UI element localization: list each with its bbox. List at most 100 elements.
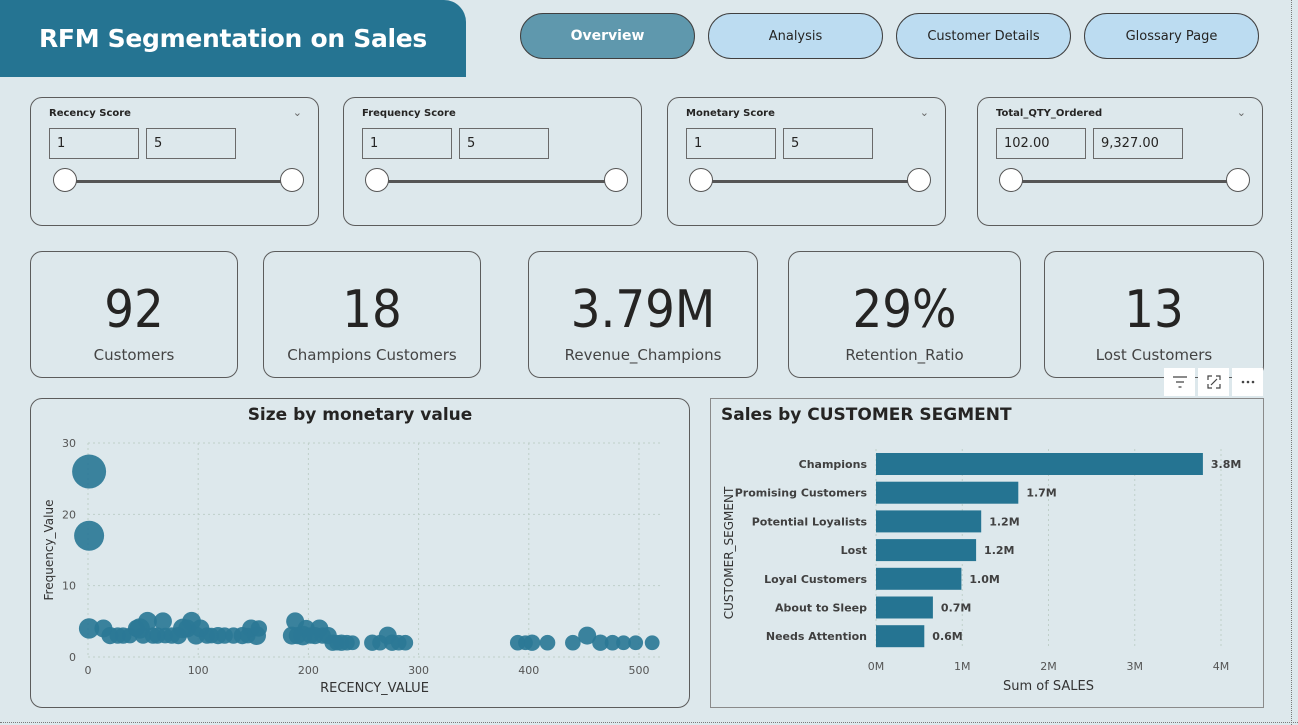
slider-min-handle[interactable] xyxy=(689,168,713,192)
kpi-value: 13 xyxy=(1124,280,1184,340)
slider-track[interactable] xyxy=(1012,180,1238,183)
kpi-label: Lost Customers xyxy=(1095,346,1213,364)
kpi-card-customers: 92 Customers xyxy=(30,251,238,378)
slicer-title: Recency Score xyxy=(49,108,131,119)
x-tick-label: 4M xyxy=(1213,660,1230,673)
category-label: Potential Loyalists xyxy=(752,515,868,528)
x-tick-label: 200 xyxy=(298,664,319,677)
category-label: Needs Attention xyxy=(766,630,867,643)
y-axis-label: Frequency_Value xyxy=(42,500,56,601)
chevron-down-icon[interactable]: ⌄ xyxy=(1237,106,1246,119)
slicer-total-qty-ordered: Total_QTY_Ordered ⌄ 102.00 9,327.00 xyxy=(977,97,1263,226)
slider-min-handle[interactable] xyxy=(365,168,389,192)
slider-min-handle[interactable] xyxy=(53,168,77,192)
data-label: 3.8M xyxy=(1211,458,1241,471)
slider-max-handle[interactable] xyxy=(604,168,628,192)
category-label: Lost xyxy=(841,544,867,557)
data-label: 1.0M xyxy=(969,573,999,586)
y-tick-label: 0 xyxy=(69,651,76,664)
filter-icon[interactable] xyxy=(1164,368,1195,396)
slicer-title: Frequency Score xyxy=(362,108,456,119)
bar xyxy=(876,481,1019,504)
data-point xyxy=(72,454,107,489)
chevron-down-icon[interactable]: ⌄ xyxy=(920,106,929,119)
slider-min-handle[interactable] xyxy=(999,168,1023,192)
more-options-icon[interactable] xyxy=(1232,368,1263,396)
title-banner: RFM Segmentation on Sales xyxy=(0,0,466,77)
x-axis-label: Sum of SALES xyxy=(1003,679,1094,694)
bar xyxy=(876,625,925,648)
focus-mode-icon[interactable] xyxy=(1198,368,1229,396)
data-point xyxy=(74,520,105,551)
slider-track[interactable] xyxy=(378,180,616,183)
nav-button-glossary-page[interactable]: Glossary Page xyxy=(1084,13,1259,59)
slicer-max-input[interactable]: 9,327.00 xyxy=(1093,128,1183,159)
x-tick-label: 3M xyxy=(1127,660,1144,673)
data-point xyxy=(397,634,414,651)
slicer-min-input[interactable]: 1 xyxy=(49,128,139,159)
canvas-right-edge xyxy=(1291,0,1292,725)
kpi-label: Champions Customers xyxy=(287,346,457,364)
x-tick-label: 400 xyxy=(518,664,539,677)
scatter-chart[interactable]: 01020300 100 200 300 400 500RECENCY_VALUEFreq… xyxy=(31,399,689,707)
slicer-frequency-score: Frequency Score 1 5 xyxy=(343,97,642,226)
slicer-min-input[interactable]: 1 xyxy=(686,128,776,159)
slider-track[interactable] xyxy=(702,180,920,183)
kpi-label: Customers xyxy=(93,346,175,364)
x-tick-label: 300 xyxy=(408,664,429,677)
category-label: Loyal Customers xyxy=(764,573,867,586)
y-tick-label: 20 xyxy=(62,508,76,521)
data-point xyxy=(250,620,267,637)
kpi-card-revenue-champions: 3.79M Revenue_Champions xyxy=(528,251,758,378)
nav-button-customer-details[interactable]: Customer Details xyxy=(896,13,1071,59)
kpi-card-champions-customers: 18 Champions Customers xyxy=(263,251,481,378)
category-label: About to Sleep xyxy=(775,602,867,615)
slider-max-handle[interactable] xyxy=(280,168,304,192)
y-tick-label: 30 xyxy=(62,437,76,450)
kpi-value: 18 xyxy=(342,280,402,340)
bar xyxy=(876,567,962,590)
slicer-monetary-score: Monetary Score ⌄ 1 5 xyxy=(667,97,946,226)
page-title: RFM Segmentation on Sales xyxy=(38,24,428,53)
bar xyxy=(876,596,933,619)
bar xyxy=(876,510,982,533)
slicer-max-input[interactable]: 5 xyxy=(146,128,236,159)
kpi-value: 29% xyxy=(852,280,957,340)
kpi-label: Retention_Ratio xyxy=(845,346,964,364)
y-axis-label: CUSTOMER_SEGMENT xyxy=(722,486,736,619)
slicer-title: Monetary Score xyxy=(686,108,775,119)
x-tick-label: 500 xyxy=(628,664,649,677)
x-axis-label: RECENCY_VALUE xyxy=(320,681,429,696)
slicer-min-input[interactable]: 102.00 xyxy=(996,128,1086,159)
slider-track[interactable] xyxy=(65,180,293,183)
data-label: 1.2M xyxy=(989,515,1019,528)
slider-max-handle[interactable] xyxy=(907,168,931,192)
data-point xyxy=(345,635,360,651)
x-tick-label: 0M xyxy=(868,660,885,673)
data-point xyxy=(539,634,556,651)
canvas-bottom-edge xyxy=(0,722,1298,723)
data-point xyxy=(565,634,581,651)
kpi-label: Revenue_Champions xyxy=(564,346,722,364)
bar-chart-panel: Sales by CUSTOMER SEGMENT 0M 1M 2M 3M 4M Cham… xyxy=(710,398,1264,708)
bar-chart[interactable]: 0M 1M 2M 3M 4M Champions 3.8M Promising Custome… xyxy=(711,399,1263,707)
nav-button-overview[interactable]: Overview xyxy=(520,13,695,59)
category-label: Champions xyxy=(799,458,868,471)
nav-button-analysis[interactable]: Analysis xyxy=(708,13,883,59)
x-tick-label: 2M xyxy=(1040,660,1057,673)
slicer-title: Total_QTY_Ordered xyxy=(996,108,1103,119)
data-point xyxy=(153,612,172,631)
data-label: 0.7M xyxy=(941,602,971,615)
slicer-min-input[interactable]: 1 xyxy=(362,128,452,159)
data-label: 0.6M xyxy=(932,630,962,643)
slicer-max-input[interactable]: 5 xyxy=(459,128,549,159)
category-label: Promising Customers xyxy=(735,487,868,500)
data-label: 1.7M xyxy=(1026,487,1056,500)
slicer-max-input[interactable]: 5 xyxy=(783,128,873,159)
slider-max-handle[interactable] xyxy=(1226,168,1250,192)
x-tick-label: 1M xyxy=(954,660,971,673)
chevron-down-icon[interactable]: ⌄ xyxy=(293,106,302,119)
data-point xyxy=(523,634,541,651)
kpi-card-lost-customers: 13 Lost Customers xyxy=(1044,251,1264,378)
data-label: 1.2M xyxy=(984,544,1014,557)
